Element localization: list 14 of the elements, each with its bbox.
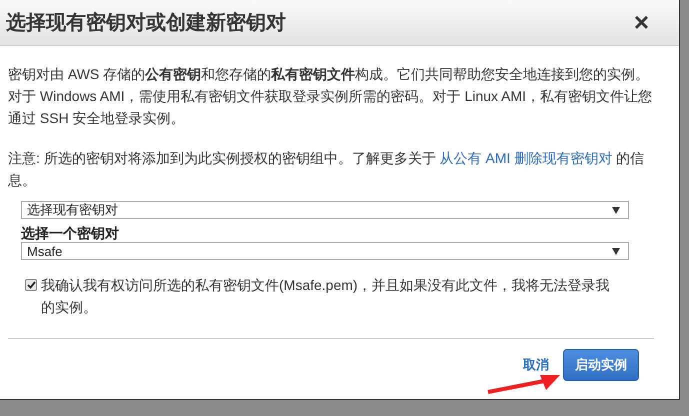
cancel-link[interactable]: 取消 <box>523 356 549 374</box>
dropdown-select[interactable]: 选择现有密钥对 <box>21 201 629 219</box>
dropdown-select[interactable]: Msafe <box>21 242 629 260</box>
checkbox-label: 我确认我有权访问所选的私有密钥文件(Msafe.pem)，并且如果没有此文件，我将无法登录我的实例。 <box>41 276 611 317</box>
description-text: 密钥对由 AWS 存储的公有密钥和您存储的私有密钥文件构成。它们共同帮助您安全地连接到您的实例。对于 Windows AMI，需使用私有密钥文件获取登录实例所需的密码。对于 Linux AMI，私有密钥文件让您通过 SSH 安全地登录实例。 <box>8 65 654 128</box>
checkbox[interactable] <box>25 279 37 291</box>
field-label: 选择一个密钥对 <box>21 224 120 242</box>
dialog-title: 选择现有密钥对或创建新密钥对 <box>6 10 286 36</box>
note-text: 注意: 所选的密钥对将添加到为此实例授权的密钥组中。了解更多关于 从公有 AMI 删除现有密钥对 的信息。 <box>8 149 646 190</box>
caret-icon <box>612 248 620 254</box>
close-button[interactable]: × <box>634 7 649 38</box>
caret-icon <box>612 206 620 214</box>
help-link[interactable]: 从公有 AMI 删除现有密钥对 <box>440 150 612 166</box>
launch-button[interactable]: 启动实例 <box>563 349 639 381</box>
